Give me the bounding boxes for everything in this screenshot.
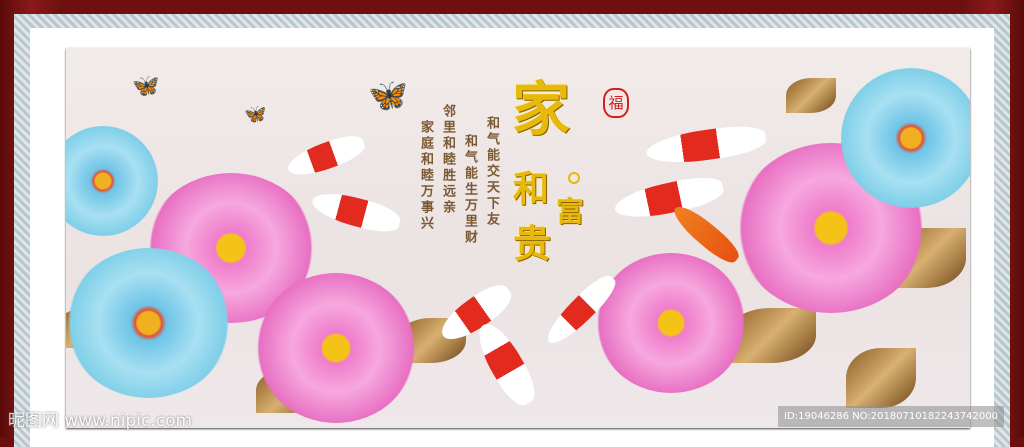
title-char-he: 和: [513, 168, 550, 210]
watermark-site: 昵图网 www.nipic.com: [8, 411, 193, 431]
title-char-jia: 家: [512, 75, 571, 143]
title-char-fu: 富: [556, 195, 585, 228]
koi-fish: [308, 186, 404, 238]
butterfly-icon: 🦋: [132, 74, 160, 99]
koi-fish: [644, 121, 768, 169]
leaf: [786, 78, 836, 113]
butterfly-icon: 🦋: [244, 104, 267, 125]
leaf: [846, 348, 916, 408]
koi-fish: [283, 130, 369, 182]
blue-peony: [841, 68, 970, 208]
koi-fish: [469, 317, 543, 411]
watermark-id: ID:19046286 NO:20180710182243742000: [778, 406, 1004, 427]
poem-column-3: 邻里和睦胜远亲: [440, 104, 455, 216]
blue-peony: [66, 126, 158, 236]
poem-column-2: 和气能生万里财: [462, 134, 477, 246]
pink-peony: [596, 253, 746, 393]
red-seal: 福: [603, 88, 629, 118]
butterfly-icon: 🦋: [368, 76, 408, 114]
title-char-gui: 贵: [513, 221, 552, 266]
pink-peony: [256, 273, 416, 423]
poem-column-1: 和气能交天下友: [484, 116, 499, 228]
poem-column-4: 家庭和睦万事兴: [418, 120, 433, 232]
gold-circle: [568, 172, 580, 184]
koi-fish: [612, 171, 726, 225]
blue-peony: [66, 248, 231, 398]
painting-canvas: 🦋 🦋 🦋 家 和 富 贵 和气能交天下友 和气能生万里财 邻里和睦胜远亲 家庭…: [66, 48, 970, 428]
